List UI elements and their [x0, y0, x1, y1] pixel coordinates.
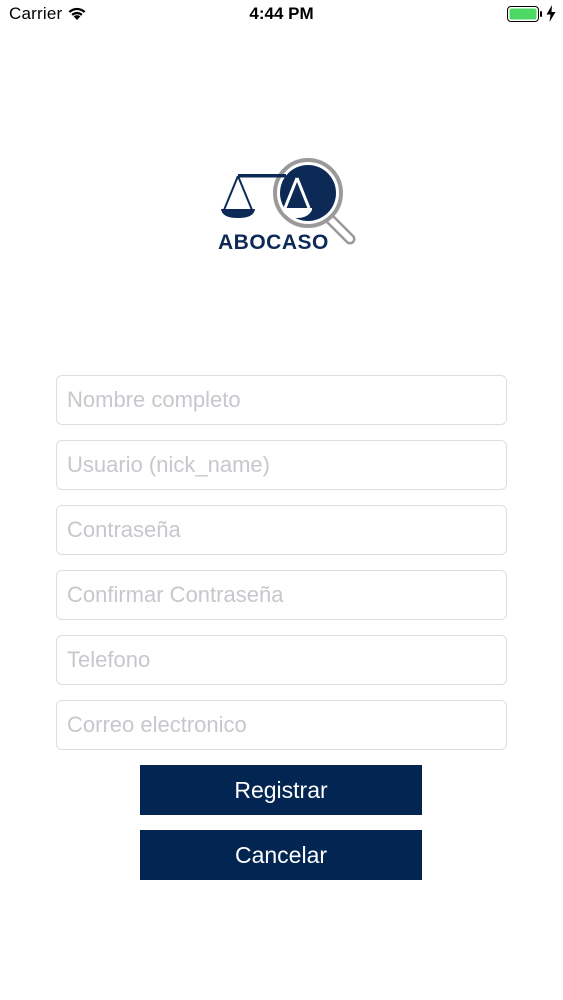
- password-input[interactable]: [57, 506, 506, 554]
- clock-time: 4:44 PM: [249, 4, 314, 23]
- username-field[interactable]: [56, 440, 507, 490]
- confirm-password-field[interactable]: [56, 570, 507, 620]
- phone-field[interactable]: [56, 635, 507, 685]
- email-field[interactable]: [56, 700, 507, 750]
- scales-magnifier-icon: [221, 158, 356, 245]
- battery-icon: [507, 6, 542, 22]
- status-bar: Carrier 4:44 PM: [0, 0, 563, 30]
- full-name-input[interactable]: [57, 376, 506, 424]
- username-input[interactable]: [57, 441, 506, 489]
- confirm-password-input[interactable]: [57, 571, 506, 619]
- cancel-button[interactable]: Cancelar: [140, 830, 422, 880]
- charging-bolt-icon: [546, 5, 556, 22]
- register-button[interactable]: Registrar: [140, 765, 422, 815]
- full-name-field[interactable]: [56, 375, 507, 425]
- logo-wordmark: ABOCASO: [218, 231, 329, 254]
- email-input[interactable]: [57, 701, 506, 749]
- password-field[interactable]: [56, 505, 507, 555]
- phone-input[interactable]: [57, 636, 506, 684]
